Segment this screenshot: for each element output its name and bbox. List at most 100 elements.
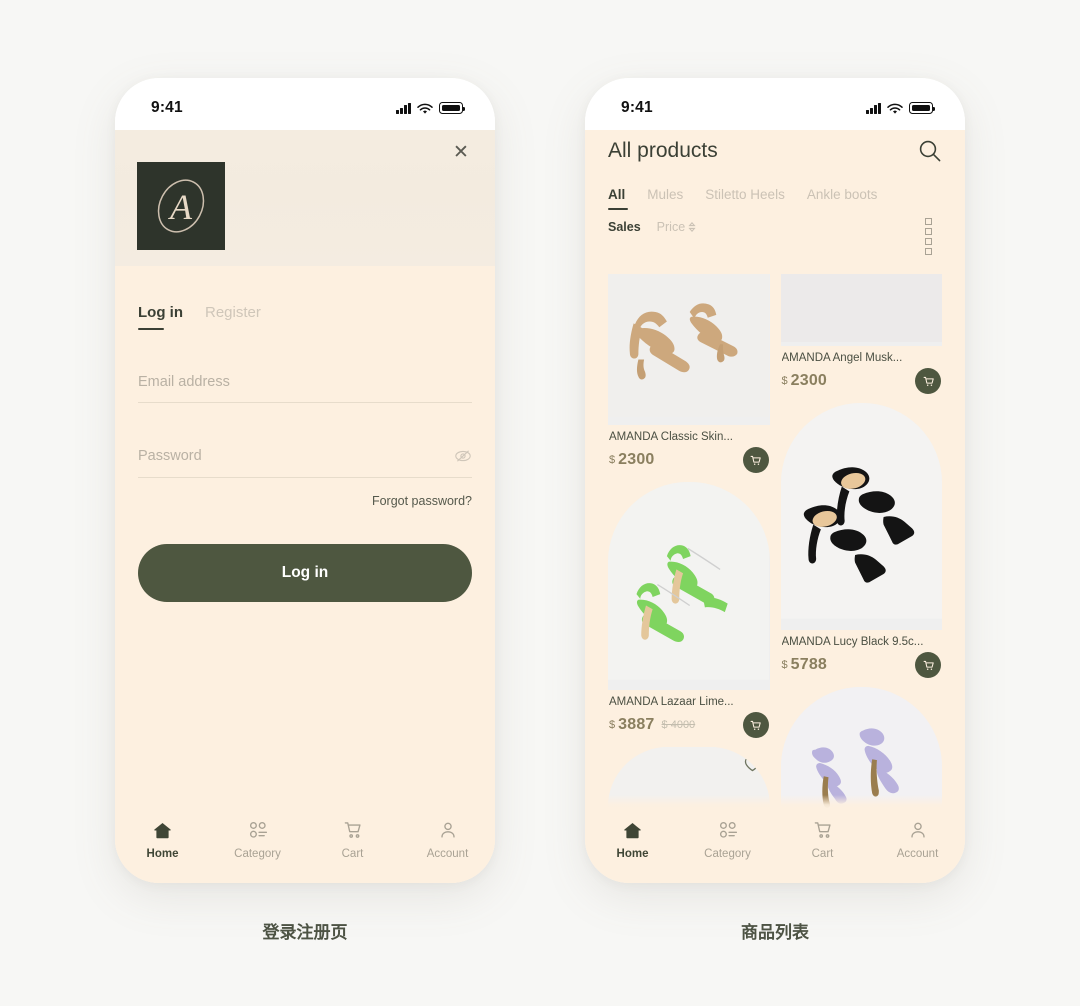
product-price: 5788 xyxy=(790,656,828,673)
tabbar-label-category: Category xyxy=(704,848,751,860)
tab-register[interactable]: Register xyxy=(205,304,261,330)
status-time-list: 9:41 xyxy=(621,99,653,116)
category-tab-all[interactable]: All xyxy=(608,187,629,211)
category-tab-mules[interactable]: Mules xyxy=(647,187,683,210)
product-price: 2300 xyxy=(790,372,828,389)
product-grid: AMANDA Classic Skin... $ 2300 AMANDA Laz… xyxy=(608,274,942,883)
person-icon xyxy=(908,819,928,841)
signal-icon xyxy=(396,102,411,114)
log-in-button[interactable]: Log in xyxy=(138,544,472,602)
email-input[interactable] xyxy=(138,374,472,390)
tabbar-label-cart: Cart xyxy=(811,848,834,860)
product-name: AMANDA Lazaar Lime... xyxy=(609,696,734,708)
login-form-panel: Log in Register Forgot password? Log in xyxy=(115,266,495,883)
tabbar-label-cart: Cart xyxy=(341,848,364,860)
toggle-password-visibility-icon[interactable] xyxy=(454,447,472,465)
grid-view-icon[interactable] xyxy=(925,218,942,255)
product-meta: AMANDA Angel Musk... $ 2300 xyxy=(781,346,943,394)
sort-price[interactable]: Price xyxy=(657,220,696,234)
tabbar-item-category[interactable]: Category xyxy=(210,819,305,860)
product-card[interactable]: AMANDA Lazaar Lime... $ 3887 $ 4000 xyxy=(608,482,770,738)
add-to-cart-button[interactable] xyxy=(742,447,769,473)
password-input[interactable] xyxy=(138,448,454,464)
favorite-heart-icon[interactable] xyxy=(744,491,761,508)
chevron-updown-icon xyxy=(688,221,696,232)
tabbar-item-home[interactable]: Home xyxy=(585,819,680,860)
canvas: 9:41 ✕ A Log in Register Email address F… xyxy=(0,0,1080,1006)
login-hero-banner: ✕ A xyxy=(115,130,495,266)
tabbar-item-cart[interactable]: Cart xyxy=(775,819,870,860)
tabbar-label-home: Home xyxy=(146,848,179,860)
bottom-tab-bar-list: Home Category Cart Account xyxy=(585,795,965,883)
product-name: AMANDA Classic Skin... xyxy=(609,431,733,443)
search-icon[interactable] xyxy=(917,138,942,163)
battery-icon xyxy=(439,102,466,114)
product-image xyxy=(608,274,770,425)
auth-tabs: Log in Register xyxy=(138,304,472,331)
status-time: 9:41 xyxy=(151,99,183,116)
product-price: 2300 xyxy=(618,451,655,468)
add-to-cart-button[interactable] xyxy=(915,652,941,678)
category-tab-stiletto-heels[interactable]: Stiletto Heels xyxy=(705,187,785,210)
status-icons xyxy=(396,102,466,114)
tabbar-item-category[interactable]: Category xyxy=(680,819,775,860)
sort-row: Sales Price xyxy=(608,218,942,255)
signal-icon xyxy=(866,102,881,114)
forgot-password-link[interactable]: Forgot password? xyxy=(138,494,472,508)
sort-sales[interactable]: Sales xyxy=(608,220,641,234)
brand-logo: A xyxy=(137,162,225,250)
product-card[interactable]: AMANDA Lucy Black 9.5c... $ 5788 xyxy=(780,403,942,678)
home-icon xyxy=(152,819,173,841)
cart-icon xyxy=(343,819,363,841)
status-bar: 9:41 xyxy=(115,78,495,130)
status-icons-list xyxy=(866,102,936,114)
caption-product-list-screen: 商品列表 xyxy=(741,923,809,943)
svg-text:A: A xyxy=(168,187,193,227)
category-tab-ankle-boots[interactable]: Ankle boots xyxy=(807,187,878,210)
wifi-icon xyxy=(417,102,433,114)
product-column-right: AMANDA Angel Musk... $ 2300 AMANDA Lucy … xyxy=(780,274,943,883)
tabbar-item-cart[interactable]: Cart xyxy=(305,819,400,860)
product-meta: AMANDA Classic Skin... $ 2300 xyxy=(608,425,770,473)
product-price: 3887 xyxy=(618,716,655,733)
person-icon xyxy=(438,819,458,841)
tab-log-in[interactable]: Log in xyxy=(138,304,183,331)
category-tabs: All Mules Stiletto Heels Ankle boots xyxy=(608,187,942,211)
tabbar-item-home[interactable]: Home xyxy=(115,819,210,860)
status-bar-list: 9:41 xyxy=(585,78,965,130)
tabbar-label-account: Account xyxy=(896,848,939,860)
tabbar-label-home: Home xyxy=(616,848,649,860)
add-to-cart-button[interactable] xyxy=(742,712,769,738)
list-header: All products All Mules Stiletto Heels An… xyxy=(585,130,965,255)
product-card[interactable]: AMANDA Angel Musk... $ 2300 xyxy=(780,274,943,394)
tabbar-label-category: Category xyxy=(234,848,281,860)
favorite-heart-icon[interactable] xyxy=(916,696,933,713)
favorite-heart-icon[interactable] xyxy=(916,412,933,429)
tabbar-item-account[interactable]: Account xyxy=(870,819,965,860)
list-title-row: All products xyxy=(608,138,942,163)
price-row: $ 2300 xyxy=(782,368,941,394)
currency-symbol: $ xyxy=(781,659,788,671)
category-grid-icon xyxy=(248,819,268,841)
sort-price-label: Price xyxy=(656,219,686,234)
add-to-cart-button[interactable] xyxy=(915,368,941,394)
favorite-heart-icon[interactable] xyxy=(744,756,761,773)
login-phone-frame: 9:41 ✕ A Log in Register Email address F… xyxy=(115,78,495,883)
product-name: AMANDA Angel Musk... xyxy=(781,352,903,364)
category-grid-icon xyxy=(718,819,738,841)
wifi-icon xyxy=(887,102,903,114)
price-row: $ 3887 $ 4000 xyxy=(609,712,769,738)
tabbar-item-account[interactable]: Account xyxy=(400,819,495,860)
product-list-phone-frame: 9:41 All products All Mules Stiletto Hee… xyxy=(585,78,965,883)
battery-icon xyxy=(909,102,936,114)
caption-login-screen: 登录注册页 xyxy=(262,923,348,943)
logo-monogram-icon: A xyxy=(157,179,205,233)
login-screen: ✕ A Log in Register Email address Forgot… xyxy=(115,130,495,883)
close-icon[interactable]: ✕ xyxy=(449,140,473,164)
product-name: AMANDA Lucy Black 9.5c... xyxy=(781,636,924,648)
price-row: $ 5788 xyxy=(781,652,941,678)
sort-sales-label: Sales xyxy=(608,219,641,234)
price-row: $ 2300 xyxy=(609,447,769,473)
product-card[interactable]: AMANDA Classic Skin... $ 2300 xyxy=(608,274,770,473)
product-meta: AMANDA Lazaar Lime... $ 3887 $ 4000 xyxy=(608,690,770,738)
